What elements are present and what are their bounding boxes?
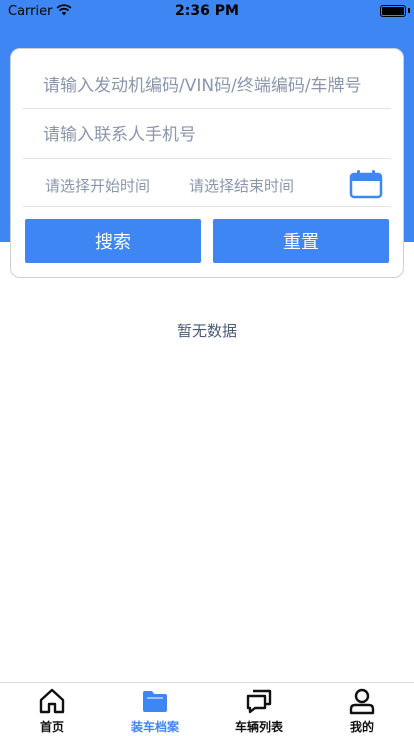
empty-state-text: 暂无数据 xyxy=(176,322,237,340)
home-icon xyxy=(39,688,65,714)
tab-bar: 首页 装车档案 车辆列表 我的 xyxy=(0,682,414,736)
search-button[interactable]: 搜索 xyxy=(25,219,201,263)
tab-vehicle-list[interactable]: 车辆列表 xyxy=(209,683,309,736)
tab-home[interactable]: 首页 xyxy=(2,683,102,736)
battery-level xyxy=(382,7,404,15)
start-date-picker[interactable]: 请选择开始时间 xyxy=(45,175,150,196)
phone-search-input[interactable] xyxy=(43,111,383,158)
vehicle-search-input[interactable] xyxy=(43,63,383,108)
calendar-icon[interactable] xyxy=(349,169,383,199)
end-date-picker[interactable]: 请选择结束时间 xyxy=(189,175,294,196)
reset-button[interactable]: 重置 xyxy=(213,219,389,263)
tab-home-label: 首页 xyxy=(39,720,64,734)
battery-cap xyxy=(408,8,410,13)
status-bar: Carrier 2:36 PM xyxy=(0,0,414,24)
status-time: 2:36 PM xyxy=(175,3,239,19)
screen: Carrier 2:36 PM 请选择开始时间 请选择结束时间 xyxy=(0,0,414,736)
vehicle-search-row xyxy=(23,63,391,109)
tab-archive[interactable]: 装车档案 xyxy=(105,683,205,736)
tab-archive-label: 装车档案 xyxy=(130,720,179,734)
folder-icon xyxy=(143,691,167,712)
phone-search-row xyxy=(23,111,391,159)
user-icon xyxy=(349,688,375,715)
tab-mine[interactable]: 我的 xyxy=(312,683,412,736)
battery-icon xyxy=(380,5,406,17)
tab-mine-label: 我的 xyxy=(349,720,374,734)
date-range-row: 请选择开始时间 请选择结束时间 xyxy=(23,161,391,207)
chat-icon xyxy=(246,689,272,714)
search-card: 请选择开始时间 请选择结束时间 搜索 重置 xyxy=(10,48,404,278)
tab-vehicle-list-label: 车辆列表 xyxy=(234,720,283,734)
